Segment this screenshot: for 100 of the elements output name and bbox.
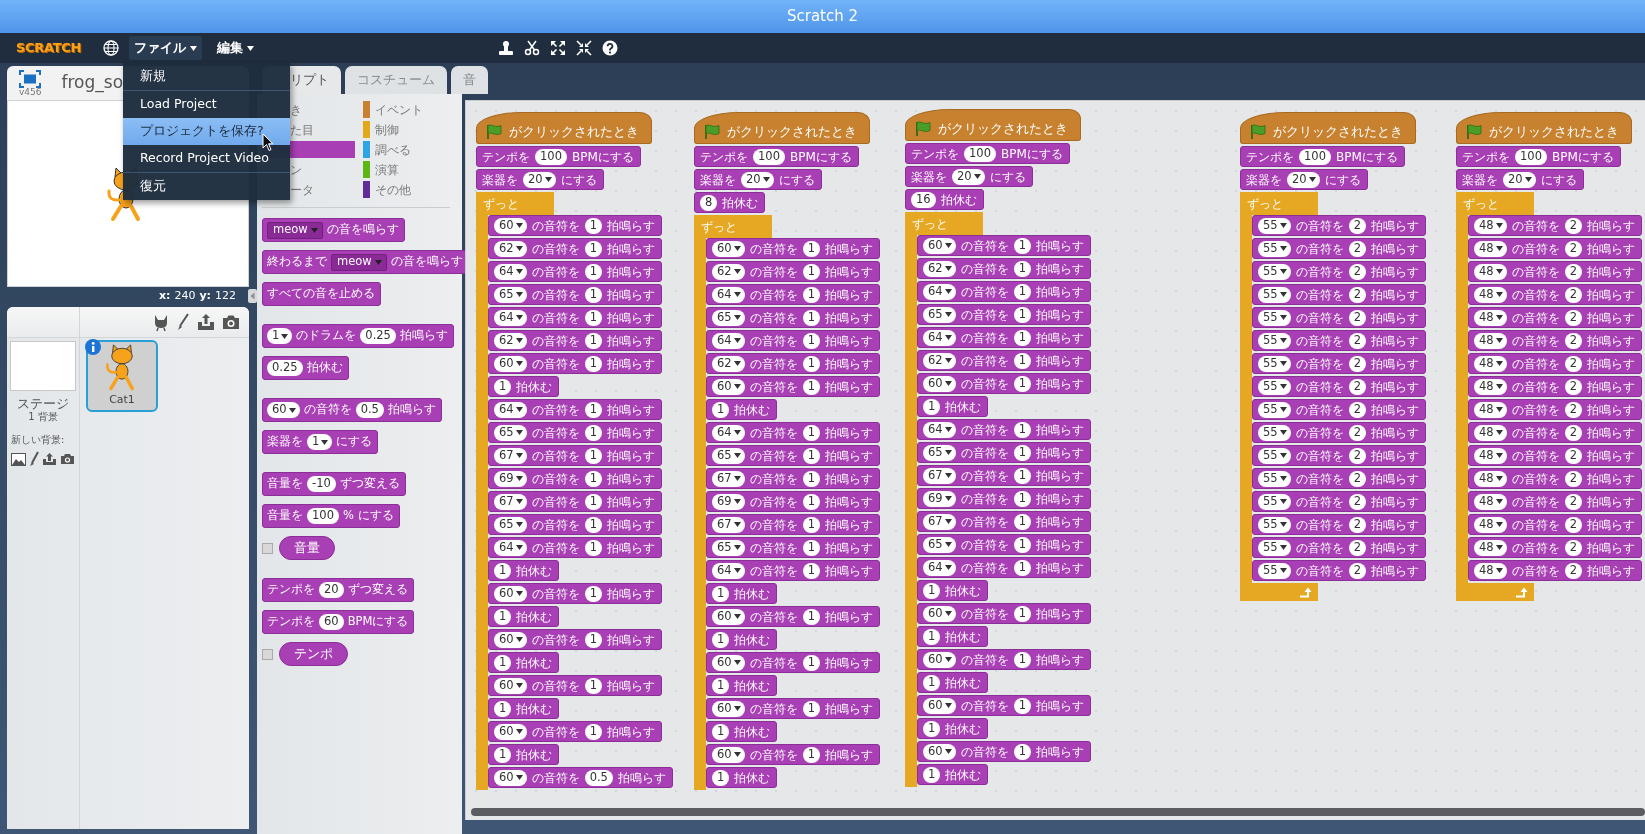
block-label: の音符を [960, 260, 1009, 278]
block-label: 拍鳴らす [606, 585, 655, 603]
block-label: の音を鳴らす [390, 253, 463, 271]
block-label: の音符を [1511, 447, 1560, 465]
block-label: 拍鳴らす [1035, 697, 1084, 715]
block-label: 拍鳴らす [606, 470, 655, 488]
block-label: 楽器を [911, 168, 947, 186]
block-label: の音符を [531, 355, 580, 373]
block-label: の音符を [749, 447, 798, 465]
block-label: にする [1540, 171, 1577, 189]
block-label: 拍鳴らす [606, 332, 655, 350]
block-label: の音符を [531, 424, 580, 442]
block-label: 拍鳴らす [1370, 516, 1419, 534]
block-label: の音符を [1511, 332, 1560, 350]
block-label: の音符を [749, 654, 798, 672]
coordinate-label: x: [158, 287, 171, 304]
block-label: にする [778, 171, 815, 189]
block-label: の音符を [1295, 217, 1344, 235]
block-label: 拍鳴らす [1370, 424, 1419, 442]
block-label: 拍休む [516, 746, 553, 764]
block-label: 音量を [267, 475, 303, 493]
block-label: の音符を [1511, 562, 1560, 580]
block-label: 拍鳴らす [1586, 470, 1635, 488]
block-label: 拍休む [734, 631, 771, 649]
block-label: 拍鳴らす [824, 286, 873, 304]
block-label: 拍休む [945, 582, 982, 600]
block-label: 拍鳴らす [1586, 263, 1635, 281]
block-label: 拍鳴らす [617, 769, 666, 787]
block-label: の音符を [1511, 309, 1560, 327]
block-label: 拍鳴らす [1586, 424, 1635, 442]
block-label: 拍鳴らす [1370, 562, 1419, 580]
block-label: の音符を [960, 559, 1009, 577]
block-label: 拍鳴らす [824, 470, 873, 488]
block-label: の音符を [749, 309, 798, 327]
block-label: の音符を [960, 651, 1009, 669]
block-label: がクリックされたとき [509, 122, 639, 141]
block-label: 拍鳴らす [1370, 309, 1419, 327]
block-label: 拍鳴らす [1370, 447, 1419, 465]
coordinate-label: y: [199, 287, 211, 304]
block-label: すべての音を止める [267, 285, 375, 303]
block-label: 拍鳴らす [824, 608, 873, 626]
block-label: の音符を [960, 352, 1009, 370]
block-label: の音符を [1295, 493, 1344, 511]
block-label: 拍鳴らす [1586, 493, 1635, 511]
block-label: 拍休む [945, 674, 982, 692]
block-label: の音符を [749, 332, 798, 350]
block-label: のドラムを [296, 327, 357, 345]
block-label: の音符を [960, 536, 1009, 554]
block-label: の音符を [960, 329, 1009, 347]
block-label: の音符を [1295, 424, 1344, 442]
block-label: 拍休む [734, 723, 771, 741]
block-label: 拍鳴らす [606, 240, 655, 258]
block-label: 拍鳴らす [1035, 605, 1084, 623]
block-label: の音符を [1295, 378, 1344, 396]
block-label: 拍鳴らす [606, 286, 655, 304]
block-label: 拍鳴らす [824, 516, 873, 534]
block-label: がクリックされたとき [938, 119, 1068, 138]
block-label: の音符を [531, 309, 580, 327]
block-label: の音符を [1511, 263, 1560, 281]
category-label: イベント [375, 101, 423, 119]
block-label: 拍休む [734, 769, 771, 787]
block-label: 拍鳴らす [824, 309, 873, 327]
block-label: の音を鳴らす [326, 221, 399, 239]
block-label: の音符を [749, 240, 798, 258]
block-label: の音符を [960, 490, 1009, 508]
category-label: 演算 [375, 161, 399, 179]
block-label: 拍鳴らす [1370, 217, 1419, 235]
block-label: 拍鳴らす [824, 539, 873, 557]
block-label: の音符を [1511, 378, 1560, 396]
backdrop-count: 1 背景 [28, 411, 58, 422]
block-label: の音符を [1511, 516, 1560, 534]
block-label: 拍鳴らす [1370, 470, 1419, 488]
block-label: 拍休む [734, 585, 771, 603]
block-label: 拍鳴らす [1035, 352, 1084, 370]
block-label: BPMにする [1000, 145, 1063, 163]
block-label: の音符を [1295, 263, 1344, 281]
block-label: がクリックされたとき [727, 122, 857, 141]
block-label: BPMにする [347, 613, 409, 631]
block-label: 拍休む [516, 608, 553, 626]
block-label: 拍休む [940, 191, 977, 209]
block-label: 拍鳴らす [1370, 286, 1419, 304]
block-label: 拍鳴らす [1035, 467, 1084, 485]
block-label: 拍鳴らす [824, 263, 873, 281]
block-label: の音符を [1511, 424, 1560, 442]
block-label: 拍鳴らす [824, 332, 873, 350]
block-label: の音符を [1295, 562, 1344, 580]
block-label: 拍鳴らす [1370, 263, 1419, 281]
block-label: の音符を [1295, 539, 1344, 557]
block-label: の音符を [749, 355, 798, 373]
block-label: の音符を [749, 378, 798, 396]
block-label: 拍鳴らす [1586, 562, 1635, 580]
block-label: の音符を [749, 493, 798, 511]
block-label: の音符を [531, 539, 580, 557]
block-label: 拍鳴らす [1370, 493, 1419, 511]
block-label: 拍休む [516, 562, 553, 580]
block-label: 拍鳴らす [606, 631, 655, 649]
block-label: 楽器を [482, 171, 518, 189]
block-label: 拍休む [306, 359, 343, 377]
block-label: の音符を [960, 513, 1009, 531]
block-label: がクリックされたとき [1273, 122, 1403, 141]
